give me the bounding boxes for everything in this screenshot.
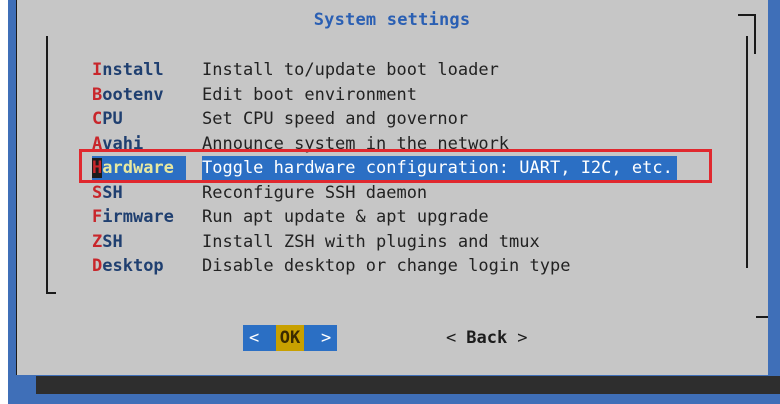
menu-item-description: Set CPU speed and governor: [202, 109, 469, 129]
ok-button-left-bracket: <: [249, 328, 260, 348]
dialog-divider-right: [756, 316, 768, 318]
menu-item-tag: SSH: [92, 181, 182, 206]
back-button[interactable]: < Back >: [446, 325, 527, 351]
menu-box-right: [746, 36, 748, 268]
menu-item-zsh[interactable]: ZSH Install ZSH with plugins and tmux: [56, 230, 740, 255]
menu-item-cpu[interactable]: CPU Set CPU speed and governor: [56, 107, 740, 132]
menu-item-description: Reconfigure SSH daemon: [202, 182, 428, 203]
menu-item-hotkey: F: [92, 207, 103, 227]
menu-item-tag: ZSH: [92, 230, 182, 255]
dialog-shadow: [36, 376, 780, 394]
menu-item-hotkey: D: [92, 256, 103, 276]
menu-item-tag: Bootenv: [92, 83, 182, 108]
menu-item-hotkey: S: [92, 182, 103, 203]
menu-item-tag: CPU: [92, 107, 182, 132]
system-settings-dialog: System settings Install Install to/update…: [16, 0, 768, 375]
menu-box-bottom: [46, 292, 56, 294]
dialog-border-left: [16, 0, 17, 375]
menu-item-tag-rest: irmware: [102, 207, 174, 227]
ok-button-right-bracket: >: [321, 328, 332, 348]
menu-item-description: Install ZSH with plugins and tmux: [202, 231, 540, 252]
menu-item-desktop[interactable]: Desktop Disable desktop or change login t…: [56, 254, 740, 279]
menu-item-tag: Firmware: [92, 205, 182, 230]
terminal-background: System settings Install Install to/update…: [8, 0, 780, 404]
menu-item-hotkey: Z: [92, 231, 103, 252]
menu-item-bootenv[interactable]: Bootenv Edit boot environment: [56, 83, 740, 108]
menu-item-tag-rest: SH: [102, 231, 123, 252]
menu-item-tag: Desktop: [92, 254, 182, 279]
menu-item-description: Install to/update boot loader: [202, 60, 499, 80]
back-button-left-bracket: <: [446, 328, 457, 348]
ok-button-label: OK: [276, 325, 304, 351]
menu-item-tag-rest: ootenv: [102, 84, 164, 105]
menu-item-ssh[interactable]: SSH Reconfigure SSH daemon: [56, 181, 740, 206]
menu-item-tag: Install: [92, 58, 182, 83]
menu-item-tag-rest: nstall: [102, 60, 164, 80]
menu-item-hotkey: C: [92, 109, 103, 129]
selected-item-highlight-box: [79, 149, 712, 183]
menu-item-tag-rest: esktop: [102, 256, 164, 276]
menu-item-description: Run apt update & apt upgrade: [202, 207, 489, 227]
dialog-title: System settings: [313, 10, 471, 30]
menu-item-description: Disable desktop or change login type: [202, 256, 571, 276]
menu-item-tag-rest: SH: [102, 182, 123, 203]
menu-item-hotkey: I: [92, 60, 103, 80]
menu-item-description: Edit boot environment: [202, 84, 417, 105]
menu-item-firmware[interactable]: Firmware Run apt update & apt upgrade: [56, 205, 740, 230]
menu-item-hotkey: B: [92, 84, 103, 105]
back-button-label: Back: [466, 328, 508, 348]
menu-box-left: [46, 36, 48, 294]
menu-item-tag-rest: PU: [102, 109, 123, 129]
ok-button[interactable]: < OK >: [243, 325, 337, 351]
menu-item-install[interactable]: Install Install to/update boot loader: [56, 58, 740, 83]
back-button-right-bracket: >: [517, 328, 528, 348]
